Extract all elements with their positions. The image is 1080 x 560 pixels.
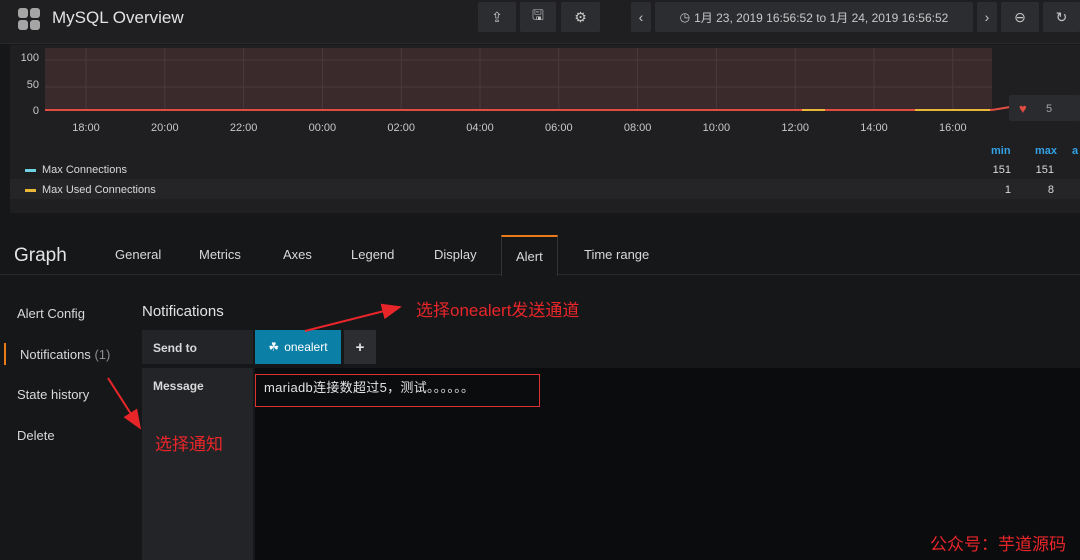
- tab-general[interactable]: General: [115, 247, 161, 262]
- legend-header-max[interactable]: max: [1035, 145, 1057, 157]
- refresh-icon[interactable]: ↻: [1043, 2, 1080, 32]
- y-tick-label: 50: [26, 79, 39, 91]
- tab-time-range[interactable]: Time range: [584, 247, 649, 262]
- x-tick-label: 00:00: [308, 122, 337, 134]
- section-title: Notifications: [142, 303, 224, 320]
- legend-header-avg[interactable]: a: [1072, 145, 1078, 157]
- annotation-channel: 选择onealert发送通道: [416, 301, 580, 320]
- x-tick-label: 02:00: [387, 122, 415, 134]
- graph-panel: ♥ 5 100 50 0 18:00 20:00 22:00 00:00 02:00 04:00…: [10, 45, 1080, 213]
- tab-display[interactable]: Display: [434, 247, 477, 262]
- legend-max: 8: [1047, 184, 1054, 196]
- chevron-left-icon[interactable]: ‹: [631, 2, 651, 32]
- add-channel-button[interactable]: +: [344, 330, 376, 364]
- legend-header-min[interactable]: min: [991, 145, 1011, 157]
- legend-label: Max Used Connections: [42, 184, 156, 196]
- x-tick-label: 14:00: [860, 122, 888, 134]
- watermark: 公众号：芋道源码: [930, 535, 1066, 555]
- channel-label: onealert: [284, 340, 328, 354]
- channel-onealert[interactable]: ☘ onealert: [255, 330, 341, 364]
- legend-min: 151: [992, 164, 1011, 176]
- sidebar-item-state-history[interactable]: State history: [17, 387, 89, 402]
- save-icon[interactable]: 🖫: [520, 2, 556, 32]
- annotation-box: [255, 374, 540, 407]
- send-to-label: Send to: [142, 330, 253, 364]
- x-tick-label: 18:00: [72, 122, 100, 134]
- gear-icon[interactable]: ⚙: [561, 2, 600, 32]
- active-indicator: [4, 343, 6, 365]
- x-tick-label: 22:00: [229, 122, 258, 134]
- series-max-used-segment: [802, 109, 825, 111]
- chevron-right-icon[interactable]: ›: [977, 2, 997, 32]
- legend-label: Max Connections: [42, 164, 127, 176]
- arrow-to-notifications: [107, 377, 142, 430]
- share-icon[interactable]: ⇪: [478, 2, 516, 32]
- tab-legend[interactable]: Legend: [351, 247, 394, 262]
- sidebar-item-delete[interactable]: Delete: [17, 428, 55, 443]
- sidebar-item-notifications[interactable]: Notifications (1): [20, 347, 110, 362]
- legend-color-swatch: [25, 168, 36, 172]
- x-tick-label: 08:00: [623, 122, 652, 134]
- y-tick-label: 100: [20, 52, 39, 64]
- time-range-label: 1月 23, 2019 16:56:52 to 1月 24, 2019 16:5…: [694, 10, 949, 25]
- annotation-notify: 选择通知: [155, 435, 223, 454]
- legend-item[interactable]: Max Used Connections: [25, 184, 156, 196]
- threshold-area: [45, 48, 992, 111]
- x-tick-label: 12:00: [781, 122, 809, 134]
- tab-axes[interactable]: Axes: [283, 247, 312, 262]
- arrow-to-channel: [304, 303, 402, 332]
- dashboard-title[interactable]: MySQL Overview: [52, 8, 184, 28]
- x-tick-label: 10:00: [702, 122, 731, 134]
- clock-icon: ◷: [679, 10, 691, 24]
- tab-metrics[interactable]: Metrics: [199, 247, 241, 262]
- editor-title: Graph: [14, 245, 67, 266]
- zoom-out-icon[interactable]: ⊖: [1001, 2, 1039, 32]
- legend-color-swatch: [25, 188, 36, 192]
- legend-max: 151: [1035, 164, 1054, 176]
- x-tick-label: 04:00: [466, 122, 494, 134]
- tab-alert[interactable]: Alert: [501, 235, 558, 276]
- x-tick-label: 06:00: [545, 122, 573, 134]
- x-tick-label: 16:00: [939, 122, 967, 134]
- time-range-picker[interactable]: ◷ 1月 23, 2019 16:56:52 to 1月 24, 2019 16:…: [655, 2, 973, 32]
- y-tick-label: 0: [32, 105, 39, 117]
- threshold-handle-line: [991, 106, 1011, 111]
- panel-editor-header: Graph General Metrics Axes Legend Displa…: [0, 233, 1080, 276]
- legend-item[interactable]: Max Connections: [25, 164, 127, 176]
- heart-icon: ♥: [1019, 101, 1027, 116]
- x-tick-label: 20:00: [151, 122, 179, 134]
- notifications-count: (1): [94, 347, 111, 362]
- grid-logo-icon[interactable]: [18, 8, 40, 30]
- series-max-used-segment: [915, 109, 990, 111]
- message-label: Message: [142, 368, 253, 560]
- channel-icon: ☘: [268, 340, 280, 354]
- legend-min: 1: [1004, 184, 1011, 196]
- sidebar-label: Notifications: [20, 347, 91, 362]
- top-navbar: MySQL Overview ⇪ 🖫 ⚙ ‹ ◷ 1月 23, 2019 16:5…: [0, 0, 1080, 44]
- threshold-value: 5: [1046, 103, 1052, 115]
- sidebar-item-alert-config[interactable]: Alert Config: [17, 306, 85, 321]
